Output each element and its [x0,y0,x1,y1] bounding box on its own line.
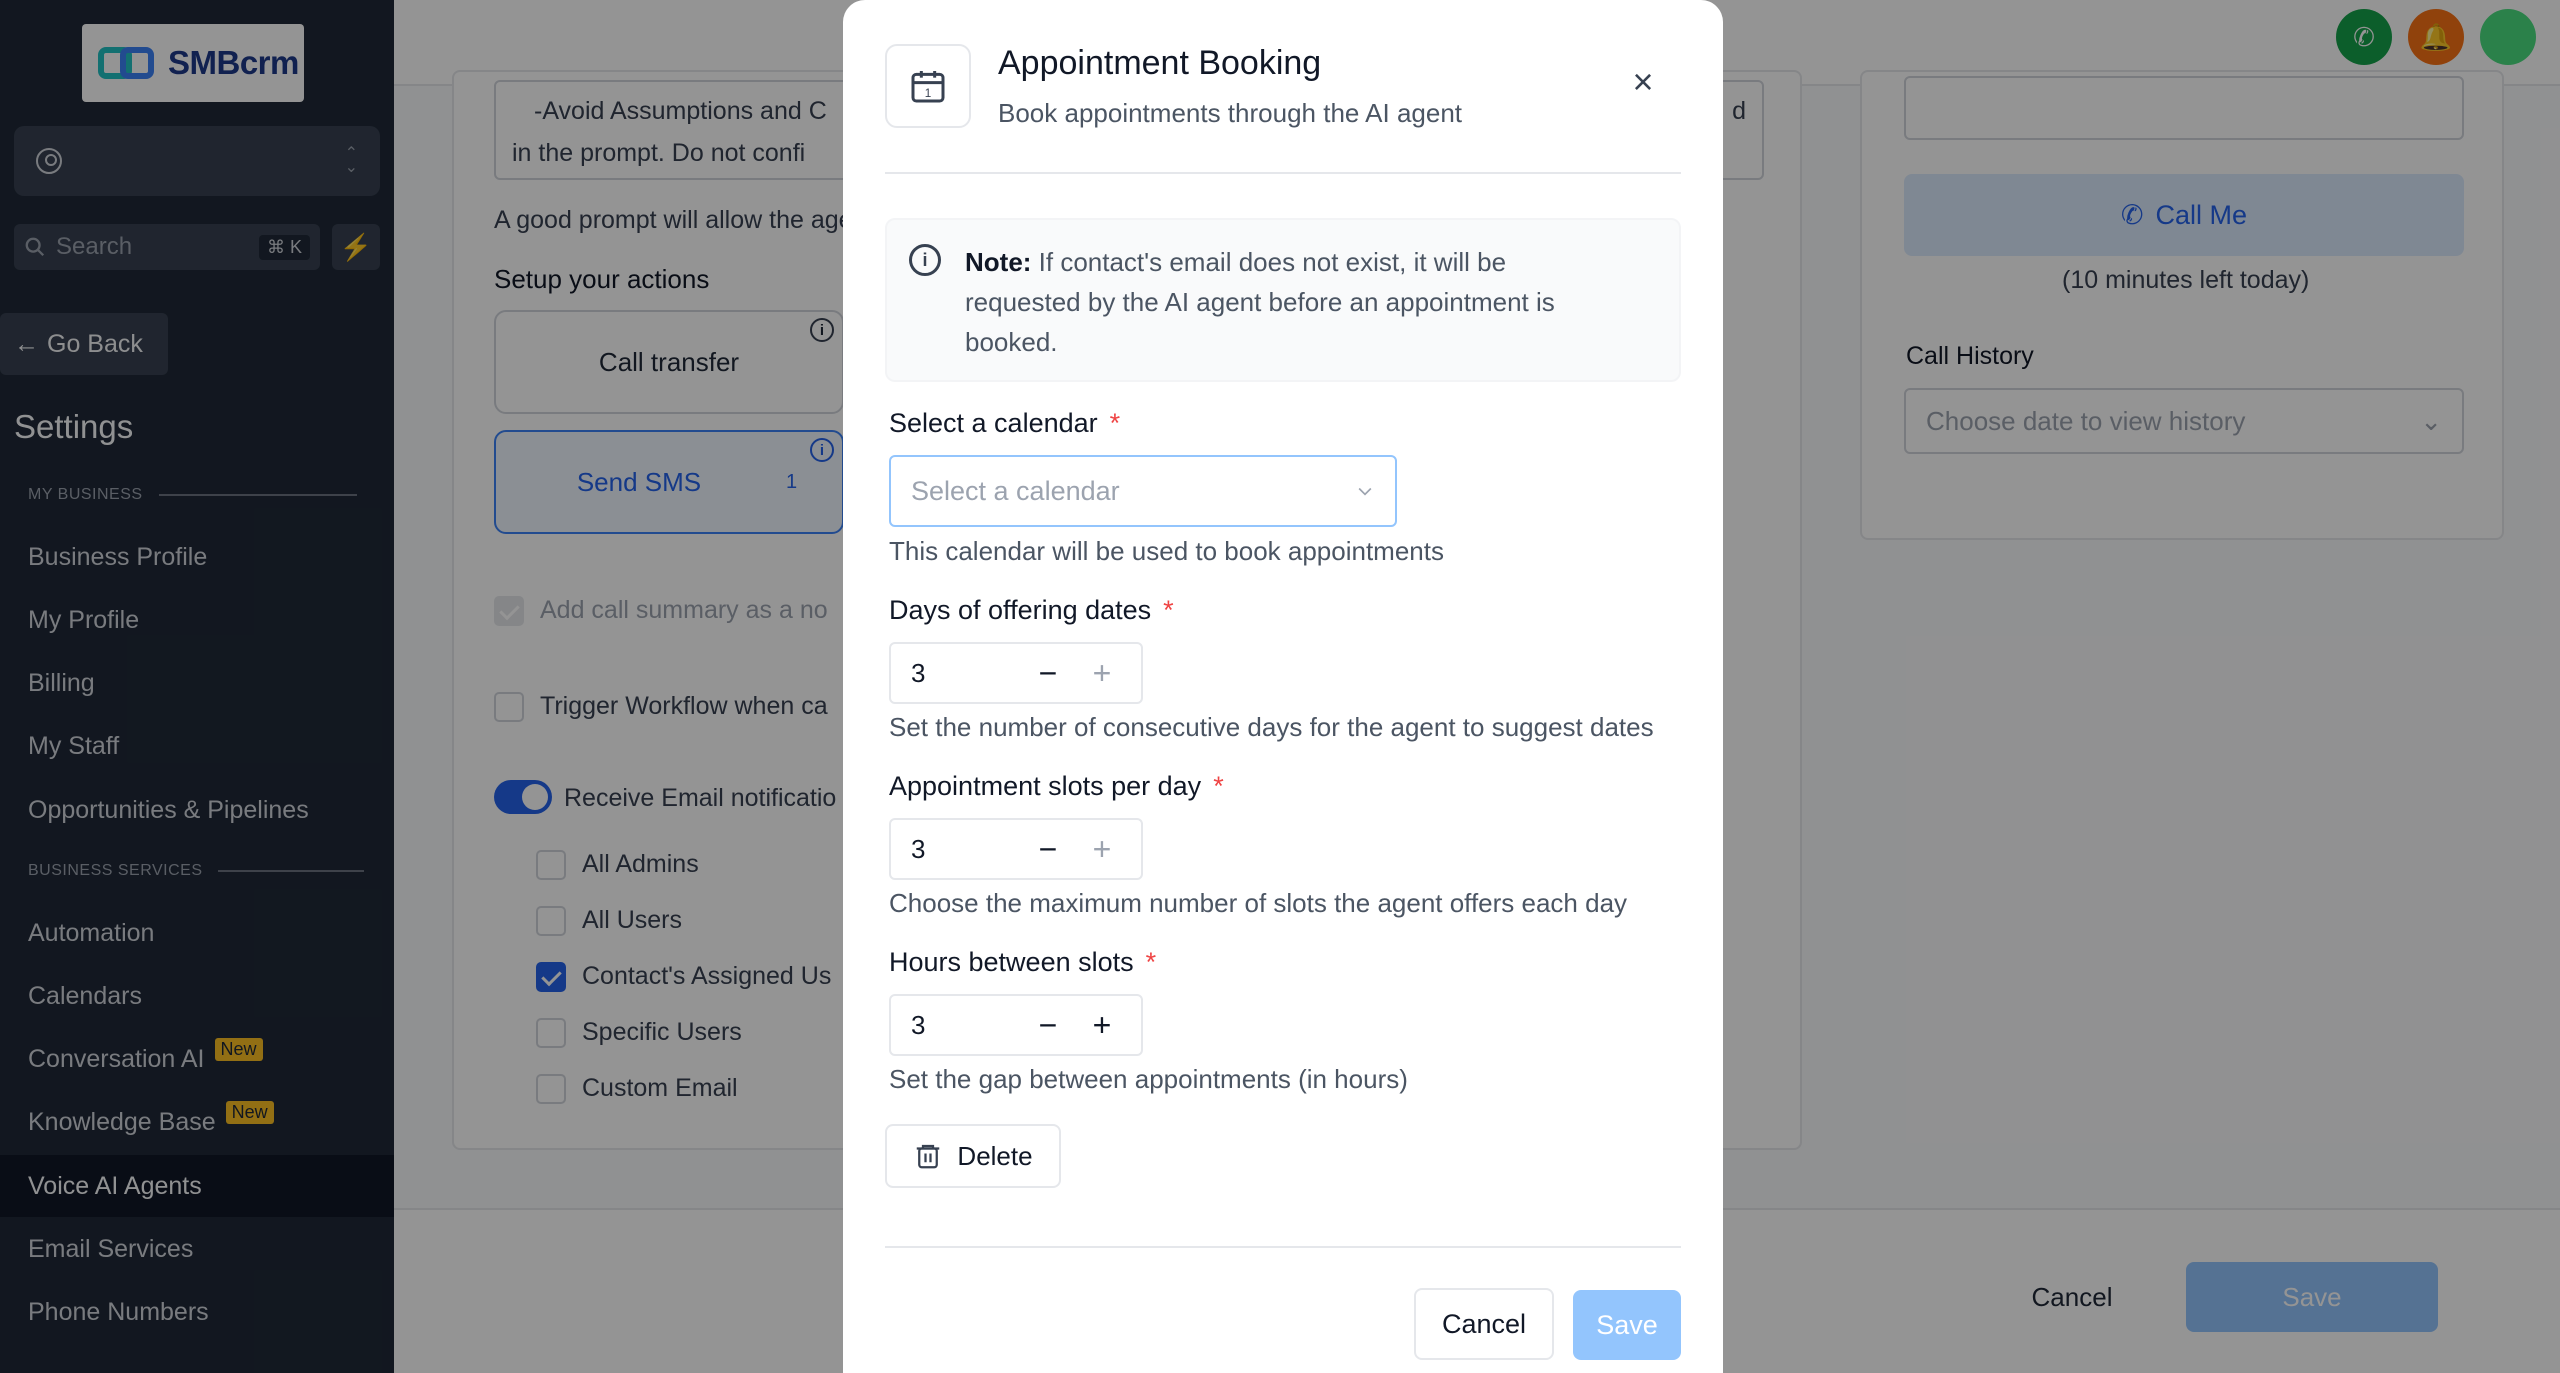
minus-icon[interactable]: − [1021,655,1075,692]
label-text: Select a calendar [889,408,1098,438]
required-mark: * [1213,771,1224,801]
minus-icon[interactable]: − [1021,831,1075,868]
modal-title: Appointment Booking [998,44,1322,82]
divider [885,172,1681,174]
divider [885,1246,1681,1248]
required-mark: * [1145,947,1157,977]
calendar-help: This calendar will be used to book appoi… [889,536,1444,566]
note-label: Note: [965,247,1032,277]
close-icon[interactable]: × [1623,61,1663,102]
required-mark: * [1163,595,1174,625]
hours-help: Set the gap between appointments (in hou… [889,1064,1408,1094]
chevron-down-icon [1358,487,1372,496]
plus-icon[interactable]: + [1075,831,1129,868]
required-mark: * [1109,408,1121,438]
days-field-label: Days of offering dates * [889,595,1174,626]
stepper-value[interactable]: 3 [891,834,1021,865]
label-text: Days of offering dates [889,595,1152,625]
calendar-field-label: Select a calendar * [889,408,1120,439]
minus-icon[interactable]: − [1021,1007,1075,1044]
modal-subtitle: Book appointments through the AI agent [998,98,1463,128]
save-button[interactable]: Save [1573,1290,1681,1360]
note-body: If contact's email does not exist, it wi… [965,247,1555,357]
plus-icon[interactable]: + [1075,655,1129,692]
plus-icon[interactable]: + [1075,1007,1129,1044]
stepper-value[interactable]: 3 [891,1010,1021,1041]
delete-label: Delete [957,1140,1033,1171]
slots-stepper[interactable]: 3 − + [889,818,1143,880]
svg-text:1: 1 [925,87,931,100]
label-text: Appointment slots per day [889,771,1202,801]
slots-field-label: Appointment slots per day * [889,771,1224,802]
slots-help: Choose the maximum number of slots the a… [889,888,1628,918]
delete-button[interactable]: Delete [885,1124,1061,1188]
label-text: Hours between slots [889,947,1134,977]
trash-icon [917,1144,940,1169]
calendar-placeholder: Select a calendar [911,475,1120,506]
stepper-value[interactable]: 3 [891,658,1021,689]
hours-stepper[interactable]: 3 − + [889,994,1143,1056]
appointment-booking-modal: 1 Appointment Booking Book appointments … [843,0,1723,1373]
calendar-icon: 1 [885,44,971,128]
cancel-button[interactable]: Cancel [1414,1288,1554,1360]
hours-field-label: Hours between slots * [889,947,1156,978]
days-stepper[interactable]: 3 − + [889,642,1143,704]
info-icon: i [909,244,941,276]
note-box: i Note: If contact's email does not exis… [885,218,1681,382]
calendar-select[interactable]: Select a calendar [889,455,1397,527]
days-help: Set the number of consecutive days for t… [889,712,1654,742]
note-text: Note: If contact's email does not exist,… [965,242,1625,362]
